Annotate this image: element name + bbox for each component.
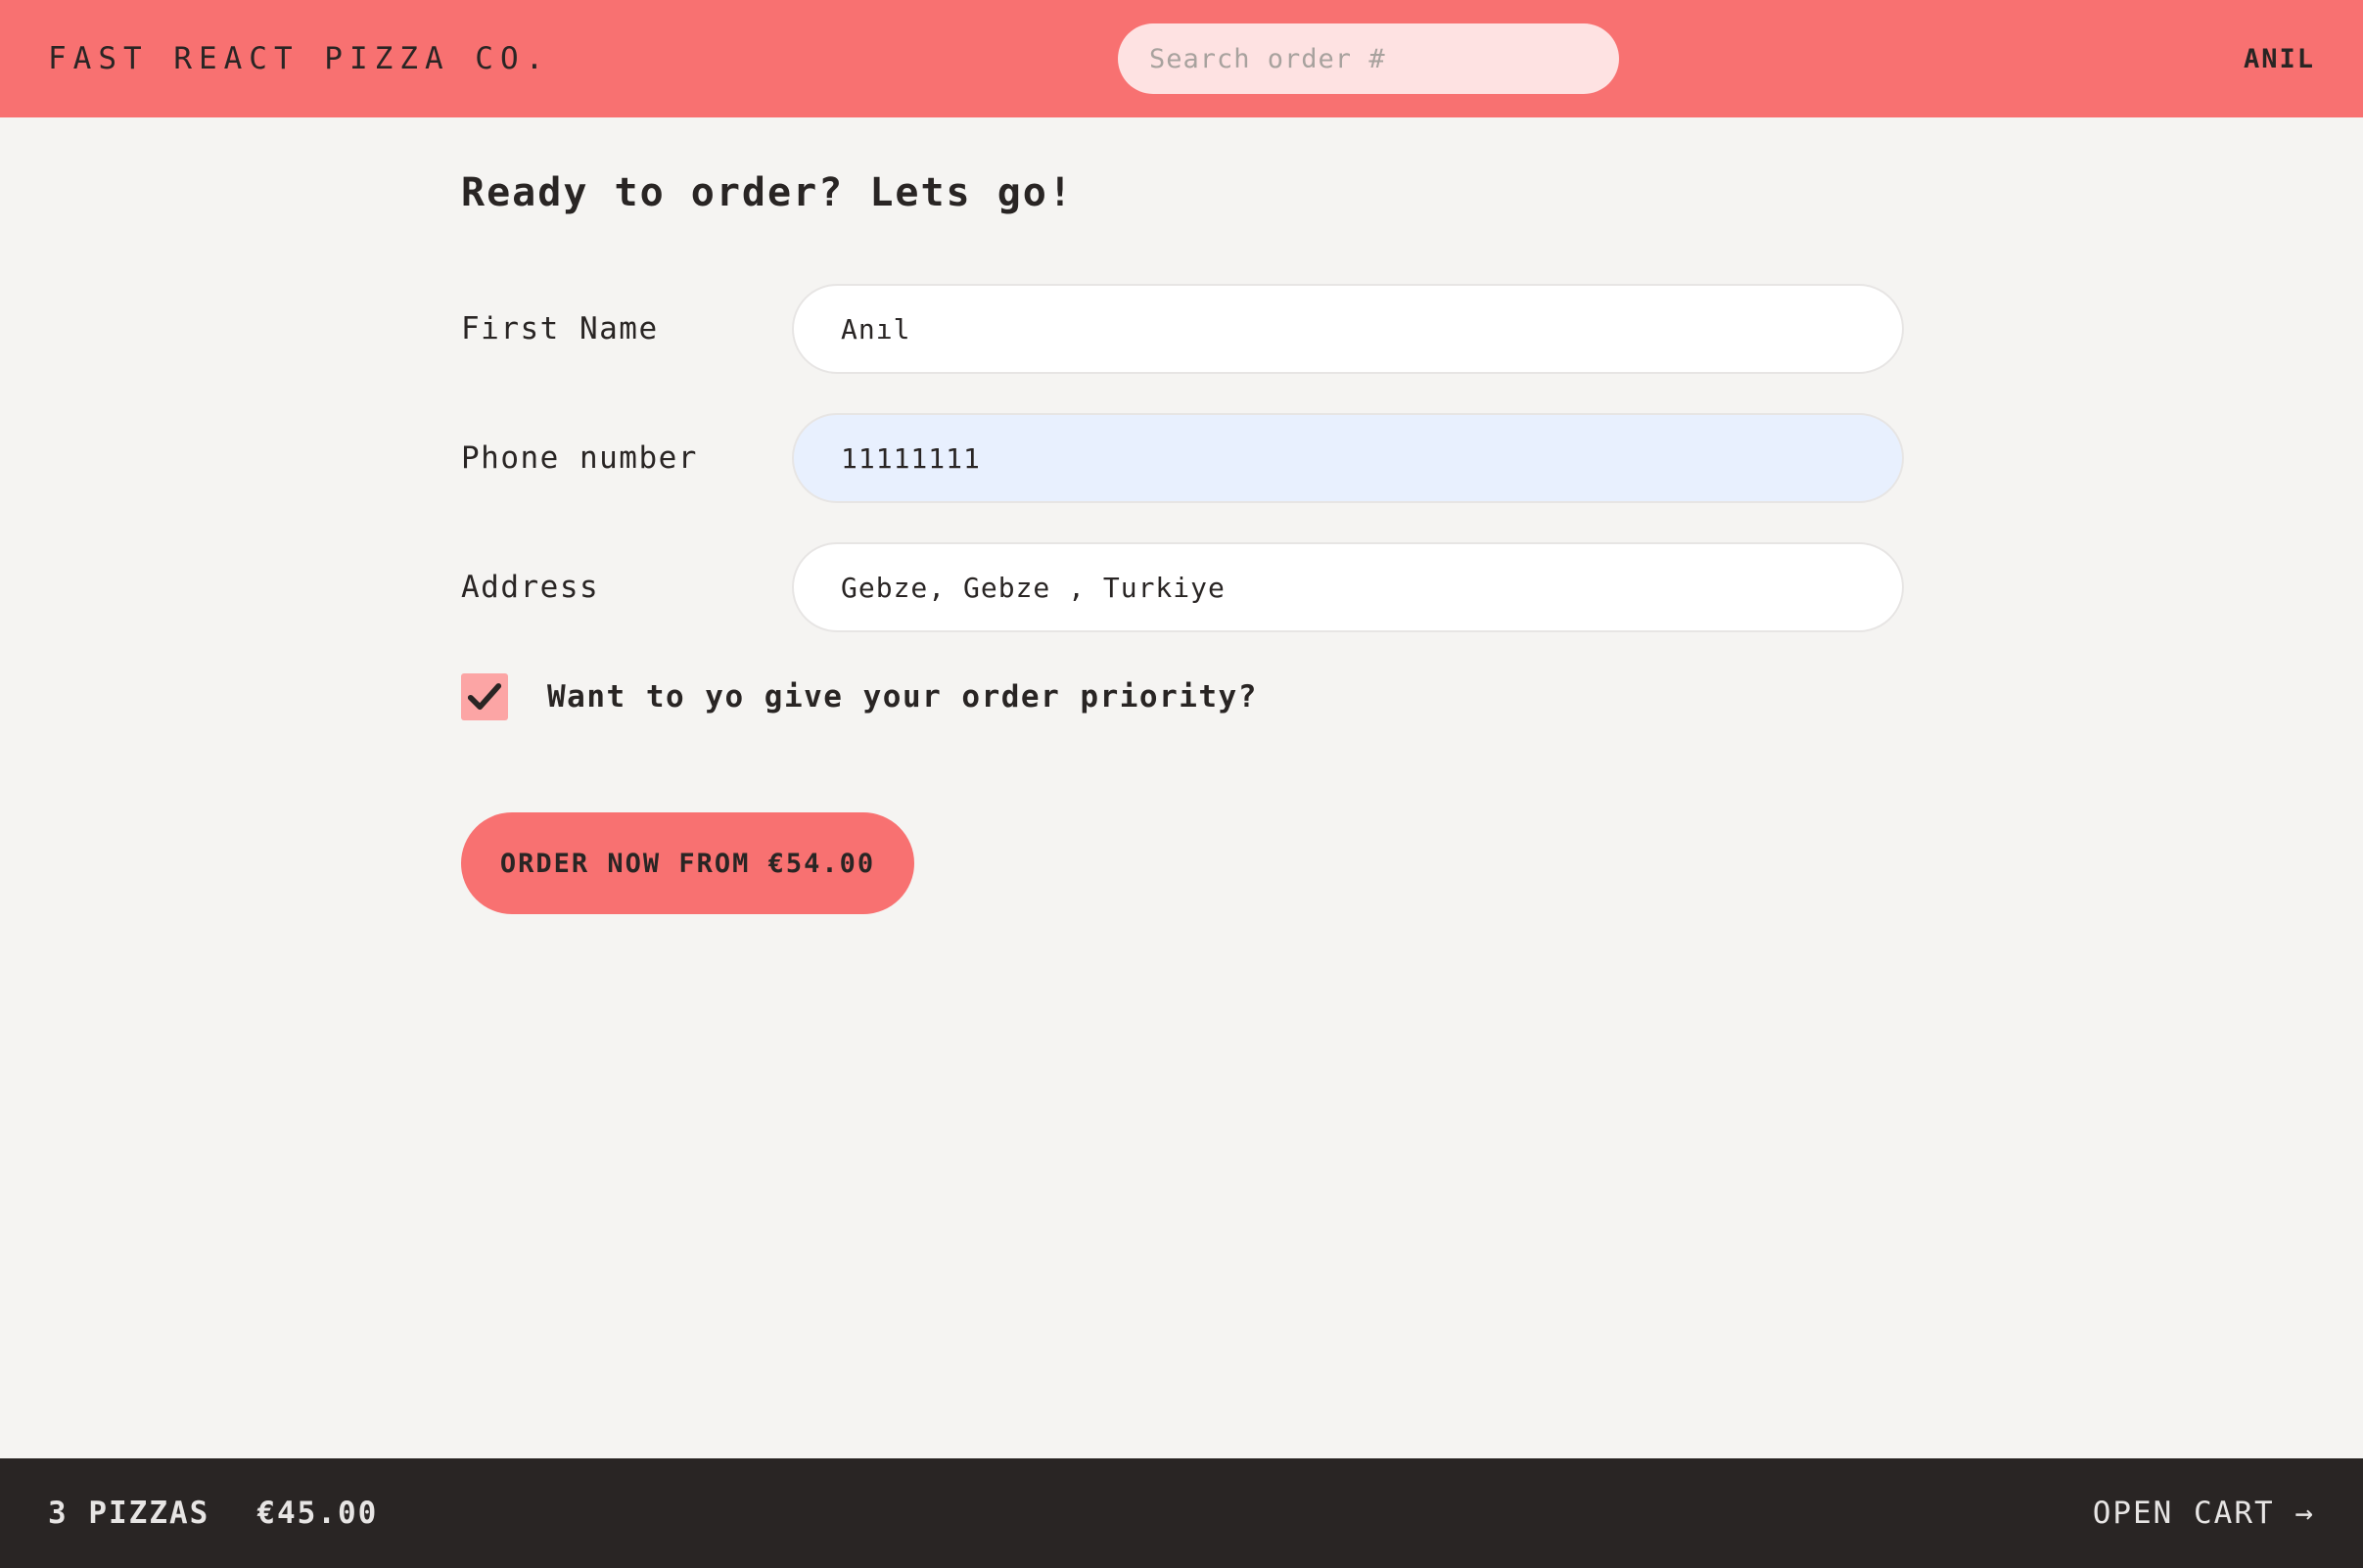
address-field[interactable] [792, 542, 1904, 632]
phone-field[interactable] [792, 413, 1904, 503]
cart-overview: 3 PIZZAS €45.00 OPEN CART → [0, 1458, 2363, 1568]
phone-row: Phone number [461, 413, 1904, 503]
cart-pizza-count: 3 PIZZAS [48, 1496, 210, 1531]
first-name-label: First Name [461, 311, 659, 346]
first-name-row: First Name [461, 284, 1904, 374]
brand-link[interactable]: FAST REACT PIZZA CO. [48, 41, 550, 76]
page: FAST REACT PIZZA CO. ANIL Ready to order… [0, 0, 2363, 1568]
first-name-field[interactable] [792, 284, 1904, 374]
header: FAST REACT PIZZA CO. ANIL [0, 0, 2363, 117]
username: ANIL [2243, 43, 2315, 74]
phone-label: Phone number [461, 440, 698, 476]
address-label: Address [461, 570, 600, 605]
page-title: Ready to order? Lets go! [461, 170, 1074, 215]
search-order-input[interactable] [1118, 23, 1619, 94]
order-now-button[interactable]: ORDER NOW FROM €54.00 [461, 812, 914, 914]
checkmark-icon [467, 683, 502, 711]
cart-summary: 3 PIZZAS €45.00 [48, 1496, 378, 1531]
address-row: Address [461, 542, 1904, 632]
priority-row: Want to yo give your order priority? [461, 671, 1258, 722]
cart-total: €45.00 [256, 1496, 379, 1531]
priority-label[interactable]: Want to yo give your order priority? [547, 679, 1258, 715]
priority-checkbox[interactable] [461, 673, 508, 720]
open-cart-link[interactable]: OPEN CART → [2093, 1496, 2315, 1531]
